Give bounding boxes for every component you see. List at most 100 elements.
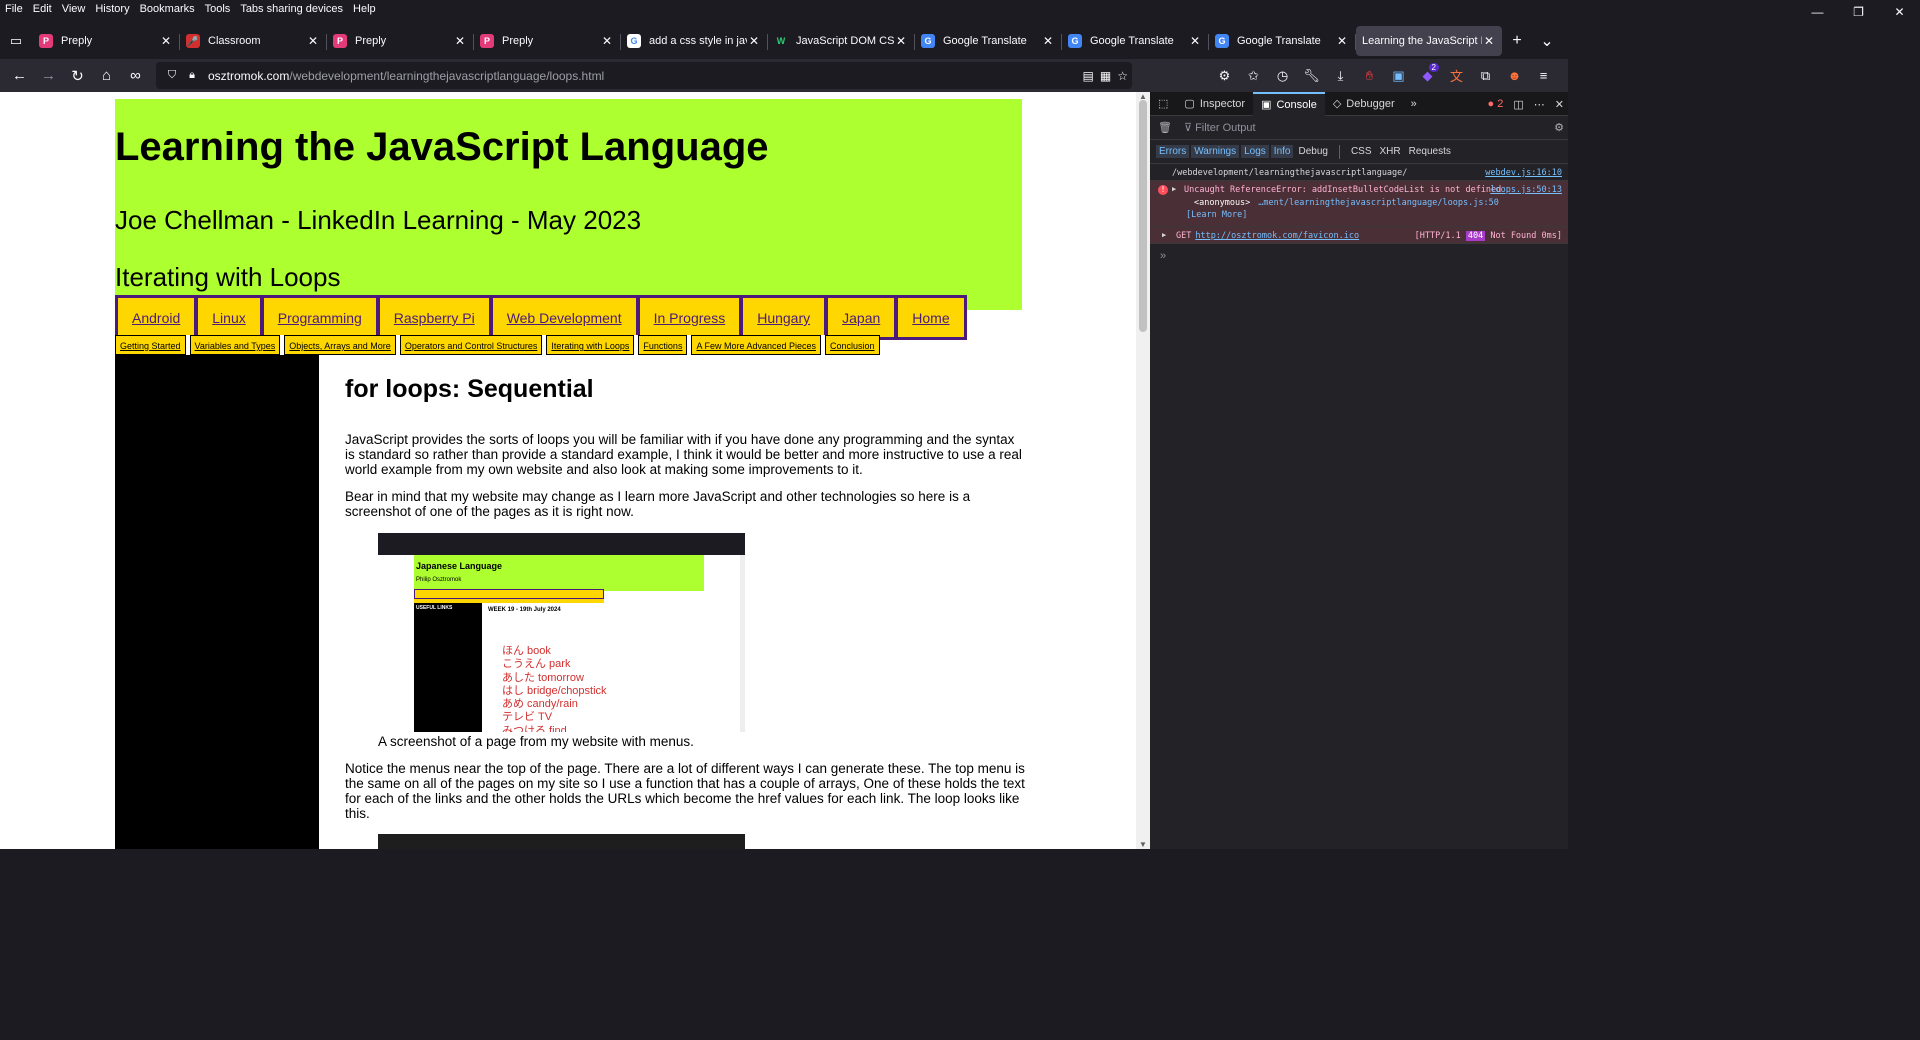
extensions-grid-icon[interactable]: ▦ <box>1100 69 1111 83</box>
top-menu-link[interactable]: Linux <box>198 298 260 337</box>
close-tab-icon[interactable]: ✕ <box>600 34 614 48</box>
lock-icon[interactable]: 🔒︎ <box>182 69 202 82</box>
top-menu-link[interactable]: Home <box>898 298 964 337</box>
extension-screen-icon[interactable]: ▣ <box>1384 61 1413 90</box>
top-menu-link[interactable]: Hungary <box>743 298 825 337</box>
browser-tab[interactable]: Learning the JavaScript Lan✕ <box>1356 26 1502 56</box>
tracking-shield-icon[interactable]: ⛉ <box>162 69 182 82</box>
reload-icon[interactable]: ↻ <box>63 61 92 90</box>
extensions-puzzle-icon[interactable]: ⧉ <box>1471 61 1500 90</box>
close-devtools-icon[interactable]: ✕ <box>1555 98 1564 111</box>
browser-tab[interactable]: 🎤 Classroom ✕ <box>180 26 327 56</box>
console-settings-gear-icon[interactable]: ⚙ <box>1554 121 1564 134</box>
clear-console-icon[interactable]: 🗑︎ <box>1158 121 1172 134</box>
filter-debug[interactable]: Debug <box>1295 145 1330 158</box>
menu-help[interactable]: Help <box>348 3 381 15</box>
extension-badge-icon[interactable]: ◆ 2 <box>1413 61 1442 90</box>
close-tab-icon[interactable]: ✕ <box>453 34 467 48</box>
browser-tab[interactable]: P Preply ✕ <box>327 26 474 56</box>
filter-xhr[interactable]: XHR <box>1377 145 1404 158</box>
top-menu-link[interactable]: Programming <box>263 298 376 337</box>
element-picker-icon[interactable]: ⬚ <box>1150 92 1176 116</box>
menu-tabs-sharing[interactable]: Tabs sharing devices <box>235 3 348 15</box>
new-tab-button[interactable]: + <box>1502 32 1532 50</box>
list-all-tabs-icon[interactable]: ⌄ <box>1532 31 1562 51</box>
sub-menu-link[interactable]: A Few More Advanced Pieces <box>691 335 822 355</box>
expand-network-icon[interactable]: ▶ <box>1162 231 1166 239</box>
reading-list-icon[interactable]: ✩ <box>1239 61 1268 90</box>
tab-console[interactable]: ▣ Console <box>1253 91 1325 116</box>
log-source-link[interactable]: webdev.js:16:10 <box>1485 168 1562 178</box>
home-icon[interactable]: ⌂ <box>92 61 121 90</box>
filter-requests[interactable]: Requests <box>1406 145 1454 158</box>
reader-view-icon[interactable]: ▤ <box>1083 69 1094 83</box>
tab-inspector[interactable]: ▢ Inspector <box>1176 92 1253 116</box>
sub-menu-link[interactable]: Variables and Types <box>189 335 281 355</box>
forward-icon[interactable]: → <box>34 61 63 90</box>
sub-menu-link[interactable]: Operators and Control Structures <box>399 335 543 355</box>
browser-tab[interactable]: P Preply ✕ <box>474 26 621 56</box>
history-clock-icon[interactable]: ◷ <box>1268 61 1297 90</box>
top-menu-link[interactable]: Japan <box>828 298 895 337</box>
expand-error-icon[interactable]: ▶ <box>1172 185 1176 193</box>
filter-warnings[interactable]: Warnings <box>1191 145 1240 158</box>
menu-file[interactable]: File <box>0 3 28 15</box>
filter-errors[interactable]: Errors <box>1156 145 1190 158</box>
close-tab-icon[interactable]: ✕ <box>894 34 908 48</box>
tab-debugger[interactable]: ◇ Debugger <box>1325 92 1403 116</box>
browser-tab[interactable]: G Google Translate ✕ <box>1062 26 1209 56</box>
sub-menu-link[interactable]: Functions <box>638 335 688 355</box>
scrollbar-thumb[interactable] <box>1139 100 1147 332</box>
dock-side-icon[interactable]: ◫ <box>1513 98 1523 111</box>
settings-gear-icon[interactable]: ⚙ <box>1210 61 1239 90</box>
menu-edit[interactable]: Edit <box>28 3 57 15</box>
sub-menu-link[interactable]: Objects, Arrays and More <box>284 335 396 355</box>
menu-view[interactable]: View <box>57 3 91 15</box>
browser-tab[interactable]: Gadd a css style in javas✕ <box>621 26 768 56</box>
url-bar[interactable]: ⛉ 🔒︎ osztromok.com/webdevelopment/learni… <box>156 62 1132 89</box>
browser-tab[interactable]: W JavaScript DOM CSS ✕ <box>768 26 915 56</box>
account-avatar-icon[interactable]: ☻ <box>1500 61 1529 90</box>
menu-history[interactable]: History <box>90 3 134 15</box>
back-icon[interactable]: ← <box>5 61 34 90</box>
error-count-badge[interactable]: ● 2 <box>1488 98 1504 110</box>
error-source-link[interactable]: loops.js:50:13 <box>1490 185 1562 195</box>
filter-info[interactable]: Info <box>1270 145 1294 158</box>
sub-menu-link[interactable]: Getting Started <box>115 335 186 355</box>
translate-extension-icon[interactable]: 文 <box>1442 61 1471 90</box>
filter-logs[interactable]: Logs <box>1241 145 1269 158</box>
extension-red-icon[interactable]: ✋︎ <box>1355 61 1384 90</box>
filter-css[interactable]: CSS <box>1348 145 1375 158</box>
app-menu-icon[interactable]: ≡ <box>1529 61 1558 90</box>
minimize-button[interactable]: — <box>1797 0 1838 24</box>
top-menu-link[interactable]: In Progress <box>639 298 740 337</box>
browser-tab[interactable]: G Google Translate ✕ <box>1209 26 1356 56</box>
close-tab-icon[interactable]: ✕ <box>306 34 320 48</box>
close-window-button[interactable]: ✕ <box>1879 0 1920 24</box>
browser-tab[interactable]: P Preply ✕ <box>33 26 180 56</box>
console-input[interactable]: » <box>1150 244 1568 268</box>
wrench-icon[interactable]: 🔧︎ <box>1297 61 1326 90</box>
sub-menu-link[interactable]: Conclusion <box>825 335 880 355</box>
close-tab-icon[interactable]: ✕ <box>1335 34 1349 48</box>
browser-tab[interactable]: G Google Translate ✕ <box>915 26 1062 56</box>
top-menu-link[interactable]: Android <box>118 298 195 337</box>
more-tabs-icon[interactable]: » <box>1403 92 1425 116</box>
net-url-link[interactable]: http://osztromok.com/favicon.ico <box>1195 231 1359 241</box>
close-tab-icon[interactable]: ✕ <box>1041 34 1055 48</box>
learn-more-link[interactable]: [Learn More] <box>1186 210 1568 220</box>
restore-button[interactable]: ❐ <box>1838 0 1879 24</box>
sub-menu-link[interactable]: Iterating with Loops <box>546 335 635 355</box>
menu-tools[interactable]: Tools <box>200 3 236 15</box>
error-frame-link[interactable]: …ment/learningthejavascriptlanguage/loop… <box>1258 198 1499 208</box>
bookmark-star-icon[interactable]: ☆ <box>1117 69 1128 83</box>
devtools-options-icon[interactable]: ⋯ <box>1534 98 1545 111</box>
menu-bookmarks[interactable]: Bookmarks <box>135 3 200 15</box>
close-tab-icon[interactable]: ✕ <box>1482 34 1496 48</box>
top-menu-link[interactable]: Web Development <box>492 298 636 337</box>
private-mask-icon[interactable]: ∞ <box>121 61 150 90</box>
close-tab-icon[interactable]: ✕ <box>747 34 761 48</box>
close-tab-icon[interactable]: ✕ <box>1188 34 1202 48</box>
top-menu-link[interactable]: Raspberry Pi <box>379 298 489 337</box>
page-scrollbar[interactable]: ▲ ▼ <box>1136 92 1150 849</box>
